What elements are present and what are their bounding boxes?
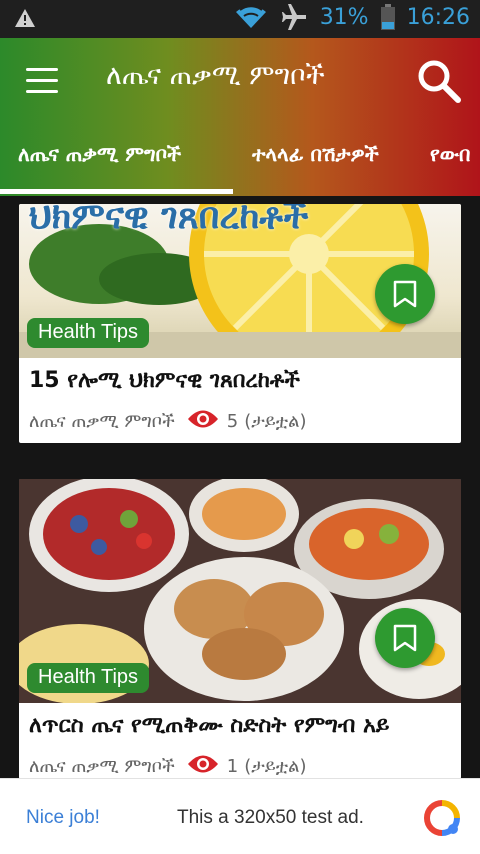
category-badge[interactable]: Health Tips — [27, 318, 150, 348]
menu-icon[interactable] — [26, 68, 58, 94]
views-label: (ታይቷል) — [244, 411, 307, 432]
bookmark-icon — [393, 624, 417, 652]
app-bar: ለጤና ጠቃሚ ምግቦች ለጤና ጠቃሚ ምግቦች ተላላፊ በሽታዎች የውበ — [0, 38, 480, 196]
view-count: 5 — [226, 411, 239, 432]
article-card[interactable]: Health Tips ለጥርስ ጤና የሚጠቅሙ ስድስት የምግብ አይ ለ… — [19, 479, 461, 778]
views-label: (ታይቷል) — [244, 756, 307, 777]
article-title[interactable]: ለጥርስ ጤና የሚጠቅሙ ስድስት የምግብ አይ — [29, 713, 389, 738]
bookmark-button[interactable] — [375, 608, 435, 668]
bookmark-icon — [393, 280, 417, 308]
clock: 16:26 — [406, 4, 470, 30]
article-image: Health Tips — [19, 479, 461, 703]
article-list[interactable]: ህክምናዊ ገጸበረከቶች Health Tips 15 የሎሚ ህክምናዊ ገ… — [0, 196, 480, 778]
view-count: 1 — [226, 756, 239, 777]
selected-tab-indicator — [0, 189, 233, 194]
article-meta: ለጤና ጠቃሚ ምግቦች 1 (ታይቷል) — [29, 753, 307, 778]
ad-banner[interactable]: Nice job! This a 320x50 test ad. — [0, 778, 480, 854]
tab-beauty[interactable]: የውበ — [430, 142, 470, 166]
wifi-icon — [234, 4, 268, 30]
article-image: ህክምናዊ ገጸበረከቶች Health Tips — [19, 204, 461, 358]
bookmark-button[interactable] — [375, 264, 435, 324]
ad-nice-label: Nice job! — [26, 807, 100, 828]
article-card[interactable]: ህክምናዊ ገጸበረከቶች Health Tips 15 የሎሚ ህክምናዊ ገ… — [19, 204, 461, 443]
tab-infectious-diseases[interactable]: ተላላፊ በሽታዎች — [252, 142, 379, 166]
tab-healthy-foods[interactable]: ለጤና ጠቃሚ ምግቦች — [18, 142, 181, 166]
airplane-mode-icon — [280, 4, 308, 30]
app-title: ለጤና ጠቃሚ ምግቦች — [106, 60, 325, 91]
eye-icon — [187, 408, 219, 435]
category-badge[interactable]: Health Tips — [27, 663, 150, 693]
article-meta: ለጤና ጠቃሚ ምግቦች 5 (ታይቷል) — [29, 408, 307, 435]
battery-icon — [380, 4, 395, 30]
article-source: ለጤና ጠቃሚ ምግቦች — [29, 411, 175, 432]
category-tabs: ለጤና ጠቃሚ ምግቦች ተላላፊ በሽታዎች የውበ — [0, 134, 480, 196]
ad-text: This a 320x50 test ad. — [177, 807, 364, 828]
image-caption: ህክምናዊ ገጸበረከቶች — [29, 204, 309, 237]
status-bar: 31% 16:26 — [0, 0, 480, 38]
eye-icon — [187, 753, 219, 778]
article-source: ለጤና ጠቃሚ ምግቦች — [29, 756, 175, 777]
article-title[interactable]: 15 የሎሚ ህክምናዊ ገጸበረከቶች — [29, 368, 300, 393]
warning-icon — [14, 8, 36, 32]
search-icon[interactable] — [416, 58, 462, 104]
battery-percent: 31% — [319, 4, 369, 30]
ad-logo-icon — [423, 800, 460, 840]
